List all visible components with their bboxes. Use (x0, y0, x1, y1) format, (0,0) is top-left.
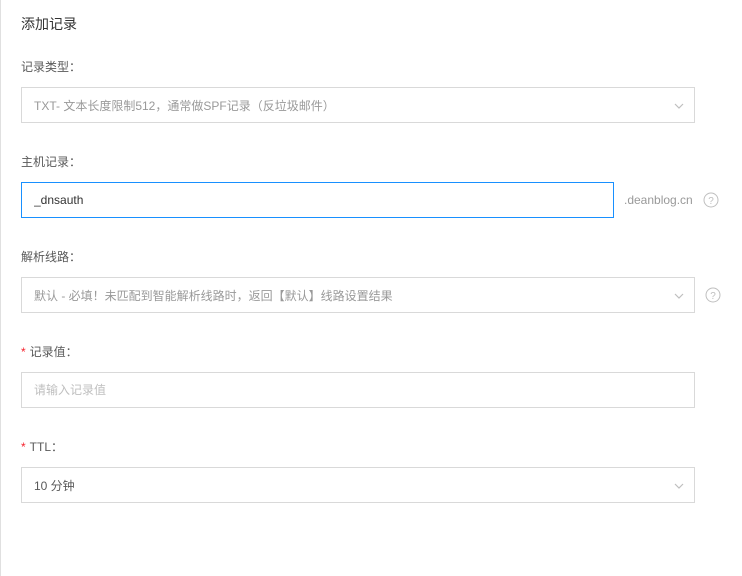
chevron-down-icon (674, 288, 684, 302)
add-record-panel: 添加记录 记录类型： TXT- 文本长度限制512，通常做SPF记录（反垃圾邮件… (0, 0, 742, 576)
host-record-suffix: .deanblog.cn (624, 193, 693, 207)
ttl-group: TTL： 10 分钟 (21, 438, 722, 503)
ttl-select[interactable]: 10 分钟 (21, 467, 695, 503)
form-body: 记录类型： TXT- 文本长度限制512，通常做SPF记录（反垃圾邮件） 主机记… (1, 48, 742, 503)
record-type-value: TXT- 文本长度限制512，通常做SPF记录（反垃圾邮件） (34, 97, 335, 114)
record-value-group: 记录值： (21, 343, 722, 408)
resolution-line-label: 解析线路： (21, 248, 722, 265)
record-value-label: 记录值： (21, 343, 722, 360)
help-icon[interactable]: ? (705, 287, 721, 303)
host-record-input[interactable] (21, 182, 614, 218)
help-icon[interactable]: ? (703, 192, 719, 208)
resolution-line-group: 解析线路： 默认 - 必填！未匹配到智能解析线路时，返回【默认】线路设置结果 ? (21, 248, 722, 313)
record-value-input[interactable] (21, 372, 695, 408)
panel-title: 添加记录 (1, 0, 742, 48)
ttl-value: 10 分钟 (34, 477, 75, 494)
chevron-down-icon (674, 478, 684, 492)
host-record-label: 主机记录： (21, 153, 722, 170)
ttl-label: TTL： (21, 438, 722, 455)
svg-text:?: ? (708, 196, 714, 207)
resolution-line-select[interactable]: 默认 - 必填！未匹配到智能解析线路时，返回【默认】线路设置结果 (21, 277, 695, 313)
record-type-select[interactable]: TXT- 文本长度限制512，通常做SPF记录（反垃圾邮件） (21, 87, 695, 123)
resolution-line-value: 默认 - 必填！未匹配到智能解析线路时，返回【默认】线路设置结果 (34, 287, 393, 304)
chevron-down-icon (674, 98, 684, 112)
host-record-row: .deanblog.cn ? (21, 182, 722, 218)
resolution-line-row: 默认 - 必填！未匹配到智能解析线路时，返回【默认】线路设置结果 ? (21, 277, 722, 313)
record-type-label: 记录类型： (21, 58, 722, 75)
host-record-group: 主机记录： .deanblog.cn ? (21, 153, 722, 218)
svg-text:?: ? (710, 291, 716, 302)
record-type-group: 记录类型： TXT- 文本长度限制512，通常做SPF记录（反垃圾邮件） (21, 58, 722, 123)
